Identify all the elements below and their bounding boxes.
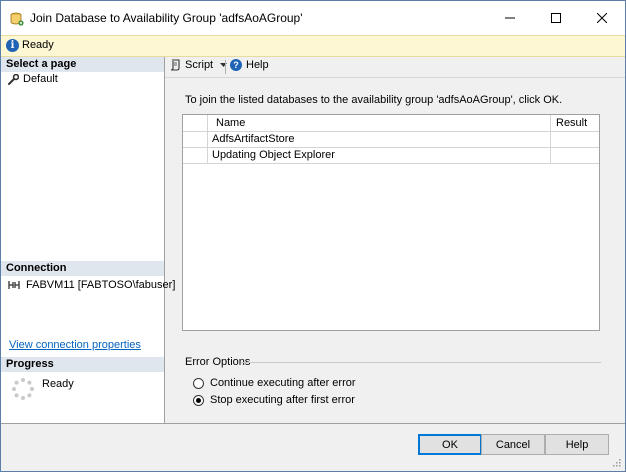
page-item-label: Default <box>23 73 58 85</box>
continue-on-error-radio[interactable] <box>193 377 204 389</box>
script-icon <box>170 59 180 71</box>
toolbar-help-label: Help <box>246 59 269 71</box>
left-panel: Select a page Default Connection FABVM11… <box>1 57 175 423</box>
error-options-divider <box>241 362 601 363</box>
row-selector[interactable] <box>183 147 208 163</box>
status-bar: i Ready <box>1 35 625 57</box>
bottom-divider <box>1 423 625 424</box>
toolbar-separator <box>225 60 226 74</box>
progress-spinner-icon <box>12 378 34 400</box>
toolbar: Script ? Help <box>165 57 625 78</box>
column-header-name[interactable]: Name <box>208 115 551 131</box>
cell-name: AdfsArtifactStore <box>208 131 551 147</box>
script-button[interactable]: Script <box>170 59 228 71</box>
column-header-result[interactable]: Result <box>552 115 599 131</box>
progress-header: Progress <box>1 357 164 372</box>
help-icon: ? <box>230 59 242 71</box>
stop-on-error-radio[interactable] <box>193 394 204 406</box>
ok-button[interactable]: OK <box>418 434 482 455</box>
close-icon <box>597 13 607 23</box>
dialog-window: Join Database to Availability Group 'adf… <box>0 0 626 472</box>
info-icon: i <box>6 39 19 52</box>
help-button[interactable]: Help <box>545 434 609 455</box>
connection-header: Connection <box>1 261 164 276</box>
maximize-icon <box>551 13 561 23</box>
continue-on-error-label: Continue executing after error <box>210 377 356 389</box>
instruction-text: To join the listed databases to the avai… <box>185 94 563 106</box>
table-row[interactable]: AdfsArtifactStore <box>183 131 599 148</box>
title-bar[interactable]: Join Database to Availability Group 'adf… <box>1 1 625 35</box>
close-button[interactable] <box>579 1 625 35</box>
row-selector[interactable] <box>183 131 208 147</box>
maximize-button[interactable] <box>533 1 579 35</box>
script-label: Script <box>185 59 214 71</box>
resize-grip-icon[interactable] <box>611 457 621 467</box>
select-page-header: Select a page <box>1 57 164 72</box>
window-title: Join Database to Availability Group 'adf… <box>30 11 303 25</box>
progress-status: Ready <box>42 378 74 390</box>
stop-on-error-option[interactable]: Stop executing after first error <box>193 394 355 406</box>
continue-on-error-option[interactable]: Continue executing after error <box>193 377 356 389</box>
connection-text: FABVM11 [FABTOSO\fabuser] <box>26 279 176 291</box>
connection-item: FABVM11 [FABTOSO\fabuser] <box>8 279 175 291</box>
databases-grid[interactable]: Name Result AdfsArtifactStore Updating O… <box>182 114 600 331</box>
page-item-default[interactable]: Default <box>8 73 58 85</box>
cell-result <box>552 131 599 147</box>
table-row[interactable]: Updating Object Explorer <box>183 147 599 164</box>
stop-on-error-label: Stop executing after first error <box>210 394 355 406</box>
status-text: Ready <box>22 39 54 51</box>
minimize-icon <box>505 17 515 19</box>
connection-icon <box>8 281 20 289</box>
view-connection-properties-link[interactable]: View connection properties <box>9 339 141 351</box>
minimize-button[interactable] <box>487 1 533 35</box>
toolbar-help-button[interactable]: ? Help <box>230 59 269 71</box>
cell-name: Updating Object Explorer <box>208 147 551 163</box>
grid-header-row: Name Result <box>183 115 599 132</box>
grid-corner-cell <box>183 115 208 131</box>
cancel-button[interactable]: Cancel <box>481 434 545 455</box>
database-join-icon <box>10 12 24 26</box>
cell-result <box>552 147 599 163</box>
wrench-icon <box>8 73 19 85</box>
chevron-down-icon[interactable] <box>220 62 228 68</box>
